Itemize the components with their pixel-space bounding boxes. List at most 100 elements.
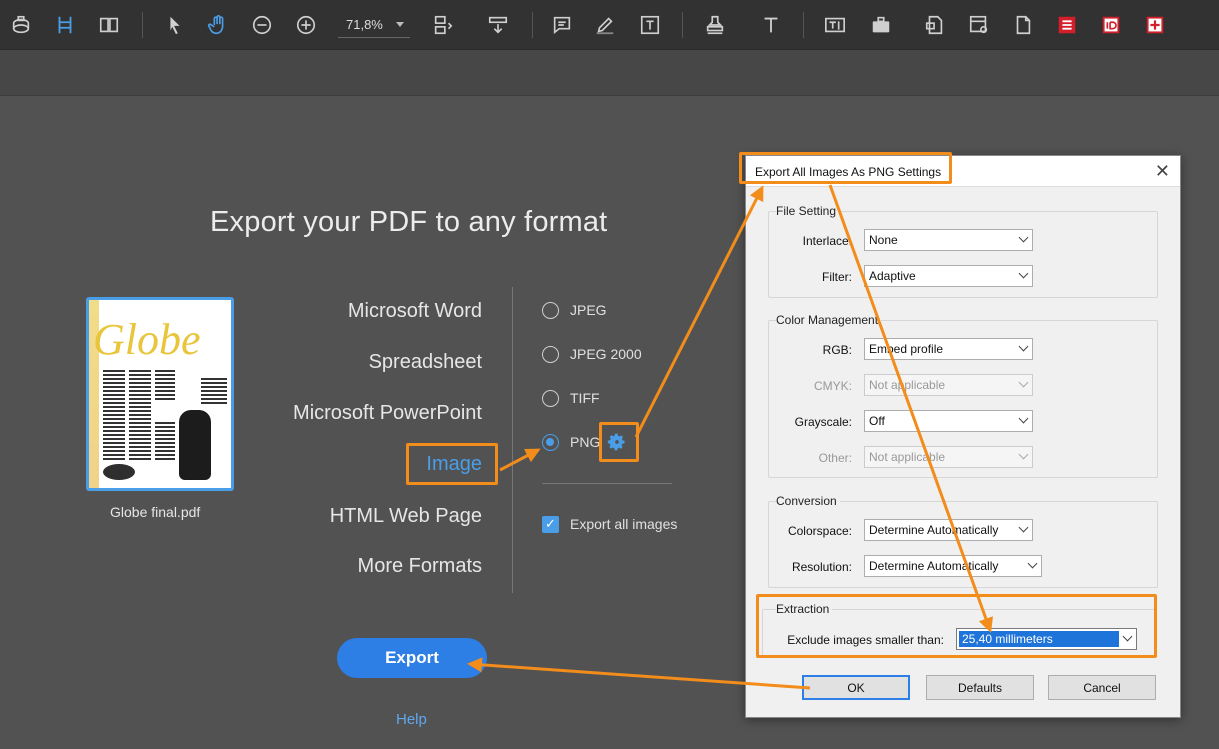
filter-label: Filter: <box>822 270 852 284</box>
select-value: Determine Automatically <box>869 523 999 537</box>
select-value: None <box>869 233 898 247</box>
help-link[interactable]: Help <box>396 711 427 728</box>
zoom-out-icon[interactable] <box>247 10 277 40</box>
cmyk-label: CMYK: <box>813 379 852 393</box>
format-microsoft-word[interactable]: Microsoft Word <box>348 300 482 323</box>
close-icon[interactable]: ✕ <box>1155 161 1170 182</box>
thumbnail-photo <box>179 410 211 480</box>
extraction-highlight <box>756 594 1157 658</box>
document-icon[interactable] <box>1008 10 1038 40</box>
option-label: JPEG 2000 <box>570 346 642 362</box>
select-value: Determine Automatically <box>869 559 999 573</box>
select-icon[interactable] <box>160 10 190 40</box>
comment-icon[interactable] <box>547 10 577 40</box>
other-select: Not applicable <box>864 446 1033 468</box>
insert-page-icon[interactable] <box>483 10 513 40</box>
text-field-icon[interactable] <box>820 10 850 40</box>
page-settings-icon[interactable] <box>920 10 950 40</box>
cmyk-select: Not applicable <box>864 374 1033 396</box>
export-button[interactable]: Export <box>337 638 487 678</box>
add-icon[interactable] <box>1140 10 1170 40</box>
interlace-select[interactable]: None <box>864 229 1033 251</box>
option-png[interactable]: PNG <box>542 432 600 452</box>
resolution-select[interactable]: Determine Automatically <box>864 555 1042 577</box>
chevron-down-icon <box>1018 268 1029 279</box>
cancel-button[interactable]: Cancel <box>1048 675 1156 700</box>
group-label: Color Management <box>776 313 882 327</box>
arrow-gear-to-dialog <box>634 185 764 438</box>
select-value: Off <box>869 414 885 428</box>
hand-icon[interactable] <box>203 10 233 40</box>
text-icon[interactable] <box>756 10 786 40</box>
thumbnail-text-column <box>155 370 175 400</box>
thumbnail-title: Globe <box>93 315 201 364</box>
toolbar-divider <box>142 12 143 38</box>
chevron-down-icon <box>1027 558 1038 569</box>
two-page-icon[interactable] <box>94 10 124 40</box>
zoom-value: 71,8% <box>346 17 383 32</box>
colorspace-label: Colorspace: <box>787 524 852 538</box>
text-box-icon[interactable] <box>635 10 665 40</box>
chevron-down-icon <box>1018 413 1029 424</box>
ok-button[interactable]: OK <box>802 675 910 700</box>
other-label: Other: <box>818 451 852 465</box>
toolbox-icon[interactable] <box>866 10 896 40</box>
defaults-button[interactable]: Defaults <box>926 675 1034 700</box>
zoom-in-icon[interactable] <box>291 10 321 40</box>
format-more-formats[interactable]: More Formats <box>358 555 482 578</box>
radio-button-selected[interactable] <box>542 433 559 451</box>
toolbar-divider <box>682 12 683 38</box>
select-value: Not applicable <box>869 450 946 464</box>
option-tiff[interactable]: TIFF <box>542 388 600 408</box>
page-layout-icon[interactable] <box>428 10 458 40</box>
thumbnail-text-column <box>103 370 125 460</box>
export-all-images-checkbox[interactable]: ✓ Export all images <box>542 514 677 534</box>
arrow-image-to-png <box>499 448 541 472</box>
select-value: Embed profile <box>869 342 944 356</box>
resolution-label: Resolution: <box>791 560 852 574</box>
toolbar-divider <box>803 12 804 38</box>
grayscale-select[interactable]: Off <box>864 410 1033 432</box>
select-value: Not applicable <box>869 378 946 392</box>
chevron-down-icon <box>1018 341 1029 352</box>
rgb-select[interactable]: Embed profile <box>864 338 1033 360</box>
group-label: Conversion <box>776 494 840 508</box>
file-name: Globe final.pdf <box>110 504 201 520</box>
thumbnail-text-column <box>129 370 151 460</box>
dialog-title-highlight <box>739 152 952 184</box>
form-icon[interactable] <box>1052 10 1082 40</box>
single-page-icon[interactable] <box>50 10 80 40</box>
interlace-label: Interlace: <box>802 234 852 248</box>
colorspace-select[interactable]: Determine Automatically <box>864 519 1033 541</box>
options-divider <box>542 483 672 484</box>
format-html-web-page[interactable]: HTML Web Page <box>330 505 482 528</box>
highlight-pen-icon[interactable] <box>590 10 620 40</box>
filter-select[interactable]: Adaptive <box>864 265 1033 287</box>
chevron-down-icon <box>1018 232 1029 243</box>
chevron-down-icon <box>396 22 404 27</box>
format-microsoft-powerpoint[interactable]: Microsoft PowerPoint <box>293 402 482 425</box>
radio-button[interactable] <box>542 345 559 363</box>
group-label: File Setting <box>776 204 840 218</box>
format-spreadsheet[interactable]: Spreadsheet <box>369 351 482 374</box>
radio-button[interactable] <box>542 389 559 407</box>
check-icon[interactable]: ✓ <box>542 515 559 533</box>
zoom-dropdown[interactable]: 71,8% <box>338 12 410 38</box>
chevron-down-icon <box>1018 522 1029 533</box>
document-thumbnail[interactable]: Globe <box>86 297 234 491</box>
select-value: Adaptive <box>869 269 916 283</box>
image-format-highlight <box>406 443 498 485</box>
id-icon[interactable] <box>1096 10 1126 40</box>
option-jpeg[interactable]: JPEG <box>542 300 607 320</box>
option-label: JPEG <box>570 302 607 318</box>
rgb-label: RGB: <box>822 343 852 357</box>
stamp-icon[interactable] <box>700 10 730 40</box>
gear-highlight <box>599 422 639 462</box>
radio-button[interactable] <box>542 301 559 319</box>
panel-divider <box>512 287 513 593</box>
print-icon[interactable] <box>6 10 36 40</box>
checkbox-label: Export all images <box>570 516 678 532</box>
option-jpeg-2000[interactable]: JPEG 2000 <box>542 344 642 364</box>
thumbnail-text-column <box>201 378 227 406</box>
page-options-icon[interactable] <box>964 10 994 40</box>
